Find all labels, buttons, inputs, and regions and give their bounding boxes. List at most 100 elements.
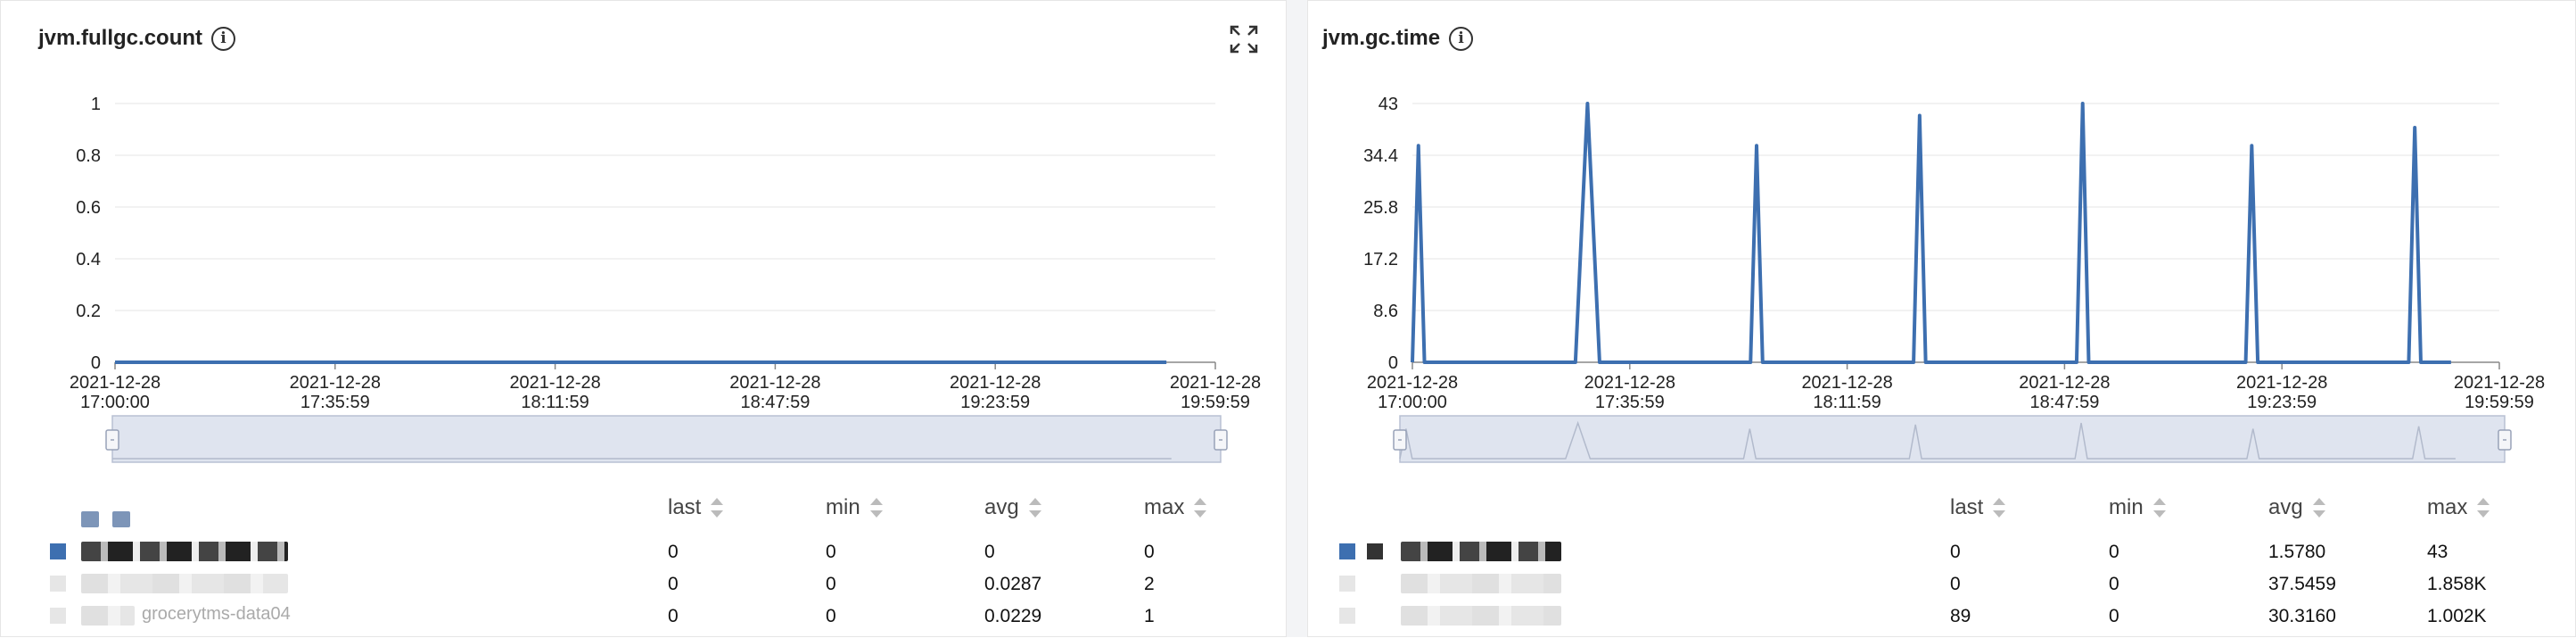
- cell-last: 89: [1950, 606, 1971, 626]
- cell-min: 0: [826, 606, 836, 626]
- sort-icon: [2152, 498, 2166, 518]
- column-header-avg[interactable]: avg: [2268, 495, 2326, 520]
- column-header-label: avg: [2268, 495, 2303, 519]
- legend-row[interactable]: 0 0 1.5780 43: [1308, 534, 2575, 567]
- series-name-redacted: [1401, 574, 1561, 593]
- x-tick-label-date: 2021-12-28: [1801, 373, 1892, 393]
- series-color-swatch: [1339, 608, 1355, 624]
- series-name-text: grocerytms-data04: [142, 604, 291, 624]
- series-name-redacted: [1401, 542, 1561, 561]
- legend-table: last min avg max 0 0 0 0 0 0 0.0287 2 gr…: [1, 483, 1286, 638]
- cell-last: 0: [1950, 574, 1961, 594]
- legend-row[interactable]: 89 0 30.3160 1.002K: [1308, 599, 2575, 631]
- cell-avg: 0.0287: [984, 574, 1042, 594]
- x-tick-label-time: 17:00:00: [80, 393, 150, 412]
- legend-row[interactable]: grocerytms-data04 0 0 0.0229 1: [1, 599, 1286, 631]
- cell-avg: 0: [984, 542, 995, 562]
- x-tick-label-time: 19:23:59: [2247, 393, 2317, 412]
- panel-fullgc-count: jvm.fullgc.count i 0 0.2 0.4 0.6 0.8 1 2021-12…: [0, 0, 1287, 637]
- cell-max: 1.858K: [2427, 574, 2487, 594]
- column-header-max[interactable]: max: [2427, 495, 2490, 520]
- x-tick-label-time: 18:47:59: [740, 393, 810, 412]
- column-header-min[interactable]: min: [2109, 495, 2167, 520]
- y-tick-label: 0.8: [76, 146, 101, 166]
- x-tick-label-time: 18:47:59: [2029, 393, 2099, 412]
- sort-icon: [2477, 498, 2490, 518]
- x-tick-label-time: 19:59:59: [2465, 393, 2534, 412]
- blurred-block: [112, 511, 130, 527]
- x-tick-label-date: 2021-12-28: [509, 373, 600, 393]
- column-header-avg[interactable]: avg: [984, 495, 1042, 520]
- series-name-redacted: [81, 606, 135, 626]
- x-tick-label-time: 17:35:59: [1595, 393, 1665, 412]
- x-tick-label-date: 2021-12-28: [2236, 373, 2327, 393]
- sort-icon: [711, 498, 724, 518]
- cell-avg: 1.5780: [2268, 542, 2326, 562]
- legend-row[interactable]: 0 0 0 0: [1, 534, 1286, 567]
- series-name-redacted: [1401, 606, 1561, 626]
- sort-icon: [1194, 498, 1207, 518]
- x-tick-label-date: 2021-12-28: [290, 373, 381, 393]
- cell-max: 1.002K: [2427, 606, 2487, 626]
- column-header-label: last: [1950, 495, 1984, 519]
- zoom-slider[interactable]: [111, 415, 1222, 463]
- x-tick-label-date: 2021-12-28: [1170, 373, 1261, 393]
- column-header-max[interactable]: max: [1144, 495, 1207, 520]
- column-header-label: min: [2109, 495, 2144, 519]
- y-tick-label: 0.6: [76, 198, 101, 218]
- legend-row[interactable]: 0 0 0.0287 2: [1, 567, 1286, 599]
- x-tick-label-date: 2021-12-28: [2454, 373, 2545, 393]
- series-color-swatch: [1339, 543, 1355, 559]
- y-tick-label: 1: [91, 95, 101, 114]
- cell-min: 0: [2109, 606, 2119, 626]
- dashboard: jvm.fullgc.count i 0 0.2 0.4 0.6 0.8 1 2021-12…: [0, 0, 2576, 637]
- chart-fullgc-count: 00.20.40.60.812021-12-2817:00:002021-12-…: [70, 95, 1261, 463]
- cell-max: 2: [1144, 574, 1155, 594]
- y-tick-label: 25.8: [1363, 198, 1398, 218]
- x-tick-label-time: 19:23:59: [960, 393, 1030, 412]
- cell-last: 0: [668, 542, 679, 562]
- cell-avg: 0.0229: [984, 606, 1042, 626]
- column-header-label: max: [2427, 495, 2468, 519]
- x-tick-label-date: 2021-12-28: [1584, 373, 1675, 393]
- y-tick-label: 34.4: [1363, 146, 1398, 166]
- sort-icon: [2312, 498, 2325, 518]
- column-header-min[interactable]: min: [826, 495, 884, 520]
- series-name-redacted: [81, 542, 288, 561]
- legend-table: last min avg max 0 0 1.5780 43 0 0 37.54…: [1308, 483, 2575, 638]
- x-tick-label-time: 17:35:59: [300, 393, 370, 412]
- sort-icon: [869, 498, 883, 518]
- x-tick-label-time: 17:00:00: [1378, 393, 1447, 412]
- series-name-redacted: [81, 574, 288, 593]
- column-header-label: min: [826, 495, 860, 519]
- sort-icon: [1028, 498, 1041, 518]
- cell-min: 0: [2109, 542, 2119, 562]
- y-tick-label: 0: [1388, 353, 1398, 373]
- x-tick-label-time: 18:11:59: [1813, 393, 1881, 412]
- column-header-last[interactable]: last: [668, 495, 724, 520]
- y-tick-label: 0.2: [76, 302, 101, 321]
- x-tick-label-date: 2021-12-28: [729, 373, 820, 393]
- series-color-swatch: [50, 576, 66, 592]
- blurred-block: [81, 511, 99, 527]
- cell-max: 1: [1144, 606, 1155, 626]
- x-tick-label-date: 2021-12-28: [1367, 373, 1458, 393]
- column-header-label: last: [668, 495, 702, 519]
- zoom-slider[interactable]: [1399, 415, 2506, 463]
- legend-row[interactable]: 0 0 37.5459 1.858K: [1308, 567, 2575, 599]
- x-tick-label-date: 2021-12-28: [2019, 373, 2110, 393]
- cell-last: 0: [1950, 542, 1961, 562]
- cell-max: 0: [1144, 542, 1155, 562]
- x-tick-label-date: 2021-12-28: [70, 373, 160, 393]
- x-tick-label-date: 2021-12-28: [950, 373, 1041, 393]
- sort-icon: [1993, 498, 2006, 518]
- column-header-label: max: [1144, 495, 1185, 519]
- column-header-last[interactable]: last: [1950, 495, 2006, 520]
- cell-last: 0: [668, 574, 679, 594]
- y-tick-label: 0: [91, 353, 101, 373]
- series-color-swatch: [1367, 543, 1383, 559]
- column-header-label: avg: [984, 495, 1019, 519]
- series-color-swatch: [50, 608, 66, 624]
- series-color-swatch: [50, 543, 66, 559]
- series-color-swatch: [1339, 576, 1355, 592]
